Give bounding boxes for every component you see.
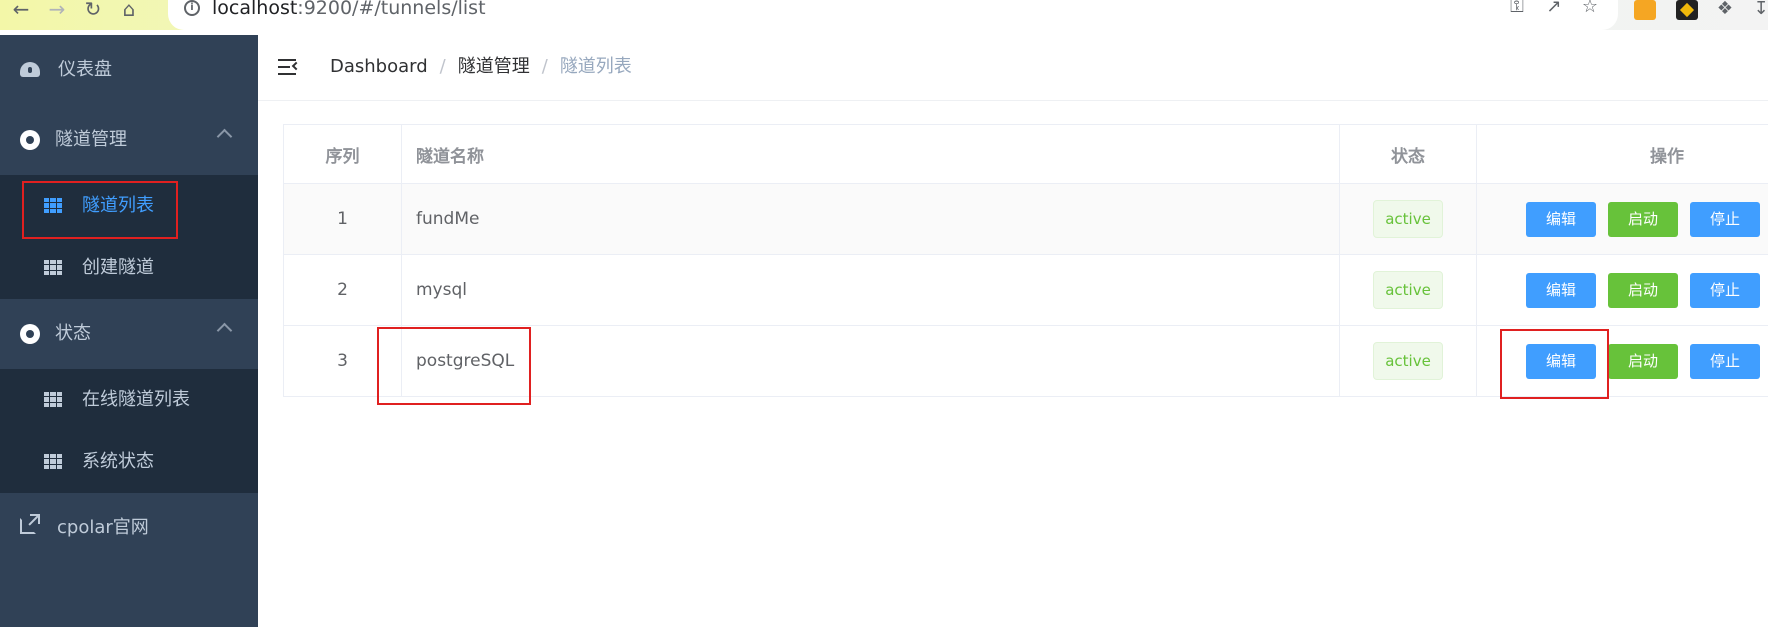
chevron-up-icon xyxy=(216,322,233,339)
row-status-cell: active xyxy=(1340,255,1477,325)
dashboard-icon xyxy=(20,62,40,77)
highlight-box-tunnel-list xyxy=(22,181,178,239)
breadcrumb-tunnel-list: 隧道列表 xyxy=(559,56,632,77)
sidebar-item-label: 创建隧道 xyxy=(82,257,154,278)
stop-button[interactable]: 停止 xyxy=(1690,344,1760,379)
stop-button[interactable]: 停止 xyxy=(1690,273,1760,308)
row-status-cell: active xyxy=(1340,326,1477,396)
url-path: :9200/#/tunnels/list xyxy=(297,0,486,19)
chevron-up-icon xyxy=(216,128,233,145)
submenu-status: 在线隧道列表 系统状态 xyxy=(0,369,258,493)
row-actions: 编辑 启动 停止 xyxy=(1477,255,1768,325)
start-button[interactable]: 启动 xyxy=(1608,273,1678,308)
header-actions: 操作 xyxy=(1650,146,1684,167)
sidebar: 仪表盘 隧道管理 隧道列表 创建隧道 状态 在线隧道列表 系统状态 cpolar… xyxy=(0,35,258,627)
site-info-icon[interactable]: i xyxy=(184,0,200,16)
breadcrumb-separator: / xyxy=(439,56,446,77)
sidebar-item-tunnel-management[interactable]: 隧道管理 xyxy=(0,105,258,175)
top-navbar: Dashboard / 隧道管理 / 隧道列表 xyxy=(258,35,1768,101)
stop-button[interactable]: 停止 xyxy=(1690,202,1760,237)
sidebar-item-label: 隧道管理 xyxy=(55,129,127,150)
url-host: localhost xyxy=(212,0,298,19)
browser-toolbar: ← → ↻ ⌂ i localhost:9200/#/tunnels/list … xyxy=(0,0,1768,30)
edit-button[interactable]: 编辑 xyxy=(1526,202,1596,237)
status-badge: active xyxy=(1373,200,1443,238)
edit-button[interactable]: 编辑 xyxy=(1526,273,1596,308)
sidebar-item-label: 在线隧道列表 xyxy=(82,389,190,410)
table-icon xyxy=(44,392,62,407)
sidebar-item-label: 仪表盘 xyxy=(58,59,112,80)
sidebar-item-dashboard[interactable]: 仪表盘 xyxy=(0,35,258,105)
home-icon[interactable]: ⌂ xyxy=(116,0,142,22)
table-header-row: 序列 隧道名称 状态 操作 xyxy=(284,125,1768,184)
breadcrumb-dashboard[interactable]: Dashboard xyxy=(330,56,428,77)
highlight-box-postgresql xyxy=(377,327,531,405)
breadcrumb: Dashboard / 隧道管理 / 隧道列表 xyxy=(330,56,632,78)
back-icon[interactable]: ← xyxy=(8,0,34,22)
status-badge: active xyxy=(1373,342,1443,380)
metamask-extension-icon[interactable] xyxy=(1634,0,1656,20)
breadcrumb-tunnel-management[interactable]: 隧道管理 xyxy=(458,56,530,77)
sidebar-item-label: 系统状态 xyxy=(82,451,154,472)
status-icon xyxy=(20,324,40,344)
row-tunnel-name: mysql xyxy=(402,255,1340,325)
start-button[interactable]: 启动 xyxy=(1608,202,1678,237)
sidebar-item-label: cpolar官网 xyxy=(57,517,149,538)
bookmark-star-icon[interactable]: ☆ xyxy=(1579,0,1601,18)
row-tunnel-name: fundMe xyxy=(402,184,1340,254)
row-index: 1 xyxy=(284,184,402,254)
table-icon xyxy=(44,260,62,275)
share-icon[interactable]: ↗ xyxy=(1543,0,1565,18)
header-tunnel-name: 隧道名称 xyxy=(402,125,1340,183)
row-index: 2 xyxy=(284,255,402,325)
address-bar[interactable]: i localhost:9200/#/tunnels/list ⚿ ↗ ☆ xyxy=(168,0,1618,30)
download-icon[interactable]: ↧ xyxy=(1750,0,1768,20)
table-icon xyxy=(44,454,62,469)
sidebar-item-online-tunnels[interactable]: 在线隧道列表 xyxy=(0,369,258,431)
url-text[interactable]: localhost:9200/#/tunnels/list xyxy=(212,0,486,18)
puzzle-extensions-icon[interactable]: ❖ xyxy=(1714,0,1736,20)
sidebar-item-system-status[interactable]: 系统状态 xyxy=(0,431,258,493)
tunnel-management-icon xyxy=(20,130,40,150)
table-row: 1 fundMe active 编辑 启动 停止 xyxy=(284,184,1768,255)
status-badge: active xyxy=(1373,271,1443,309)
external-link-icon xyxy=(20,514,40,534)
reload-icon[interactable]: ↻ xyxy=(80,0,106,22)
forward-icon[interactable]: → xyxy=(44,0,70,22)
sidebar-item-status[interactable]: 状态 xyxy=(0,299,258,369)
extension-icon[interactable] xyxy=(1676,0,1698,20)
header-index: 序列 xyxy=(284,125,402,183)
row-status-cell: active xyxy=(1340,184,1477,254)
header-status: 状态 xyxy=(1340,125,1477,183)
sidebar-item-create-tunnel[interactable]: 创建隧道 xyxy=(0,237,258,299)
row-tunnel-name: postgreSQL xyxy=(402,326,1340,396)
row-actions: 编辑 启动 停止 xyxy=(1477,184,1768,254)
sidebar-item-label: 状态 xyxy=(55,323,91,344)
highlight-box-edit-button xyxy=(1500,329,1609,399)
start-button[interactable]: 启动 xyxy=(1608,344,1678,379)
table-row: 2 mysql active 编辑 启动 停止 xyxy=(284,255,1768,326)
key-icon[interactable]: ⚿ xyxy=(1506,0,1528,18)
hamburger-icon[interactable] xyxy=(278,57,301,77)
breadcrumb-separator: / xyxy=(541,56,548,77)
sidebar-item-website[interactable]: cpolar官网 xyxy=(0,493,258,563)
